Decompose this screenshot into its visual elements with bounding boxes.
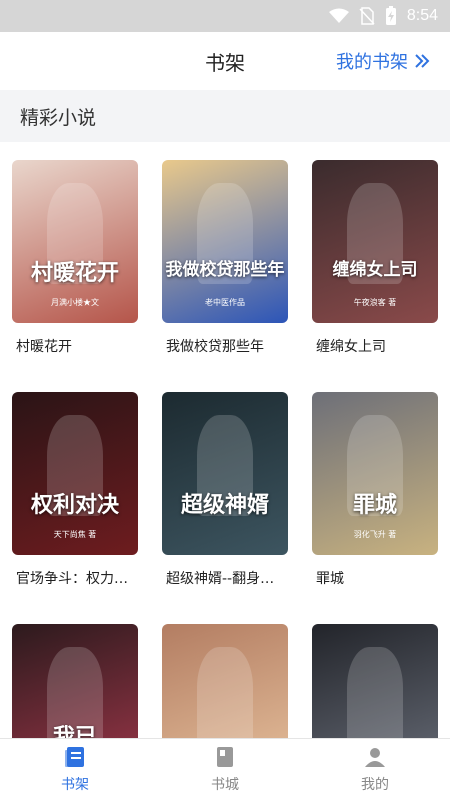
cover-title: 超级神婿	[180, 491, 269, 518]
tab-label: 书城	[211, 777, 239, 793]
book-item[interactable]	[162, 624, 288, 738]
bookshelf-icon	[65, 747, 84, 767]
book-cover: 我已	[12, 624, 138, 738]
section-header: 精彩小说	[0, 90, 450, 142]
book-item[interactable]: 我已	[12, 624, 138, 738]
book-cover: 我做校贷那些年老中医作品	[162, 160, 288, 323]
wifi-icon	[328, 8, 349, 23]
book-item[interactable]: 超级神婿 超级神婿--翻身…	[162, 392, 288, 588]
cover-title: 我做校贷那些年	[165, 259, 285, 280]
my-bookshelf-link[interactable]: 我的书架	[336, 32, 430, 90]
book-item[interactable]: 权利对决天下尚焦 著 官场争斗：权力…	[12, 392, 138, 588]
status-time: 8:54	[406, 7, 438, 24]
cover-author: 午夜浪客 著	[353, 297, 397, 307]
cover-figure	[197, 646, 253, 738]
book-cover	[162, 624, 288, 738]
cover-author: 月满小楼★文	[51, 297, 99, 307]
profile-icon	[365, 748, 385, 767]
book-title: 我做校贷那些年	[166, 339, 264, 355]
tab-profile[interactable]: 我的	[300, 739, 450, 800]
page-title: 书架	[205, 50, 245, 75]
cover-title: 缠绵女上司	[332, 259, 418, 280]
cover-title: 我已	[52, 723, 97, 738]
book-title: 官场争斗：权力…	[16, 571, 128, 587]
book-item[interactable]: 我做校贷那些年 老中医作品 我做校贷那些年	[162, 160, 288, 356]
double-chevron-right-icon	[415, 54, 430, 68]
book-item[interactable]: 缠绵女上司 午夜浪客 著 缠绵女上司	[312, 160, 438, 356]
tab-bookstore[interactable]: 书城	[150, 739, 300, 800]
book-item[interactable]: 罪城 羽化飞升 著 罪城	[312, 392, 438, 588]
book-item[interactable]	[312, 624, 438, 738]
book-cover	[312, 624, 438, 738]
cover-title: 村暖花开	[30, 259, 119, 286]
book-title: 缠绵女上司	[316, 339, 386, 355]
cover-author: 天下尚焦 著	[53, 529, 97, 539]
book-title: 村暖花开	[16, 339, 72, 355]
tab-bookshelf[interactable]: 书架	[0, 739, 150, 800]
header-bar: 书架 我的书架	[0, 32, 450, 90]
book-grid: 村暖花开 月满小楼★文 村暖花开 我做校贷那些年 老中医作品 我做校贷那些年 缠绵女…	[0, 142, 450, 738]
cover-title: 罪城	[352, 491, 397, 518]
book-cover: 村暖花开月满小楼★文	[12, 160, 138, 323]
book-item[interactable]: 村暖花开 月满小楼★文 村暖花开	[12, 160, 138, 356]
section-title: 精彩小说	[20, 106, 97, 129]
book-cover: 缠绵女上司午夜浪客 著	[312, 160, 438, 323]
tab-label: 我的	[361, 777, 389, 793]
my-bookshelf-label: 我的书架	[336, 52, 408, 73]
book-title: 罪城	[316, 571, 344, 587]
tab-label: 书架	[61, 777, 89, 793]
cover-author: 老中医作品	[205, 297, 245, 307]
status-bar: 8:54	[0, 0, 450, 32]
bottom-tab-bar: 书架 书城 我的	[0, 738, 450, 800]
book-cover: 超级神婿	[162, 392, 288, 555]
book-store-icon	[217, 747, 233, 767]
book-cover: 罪城 羽化飞升 著	[312, 392, 438, 555]
book-cover: 权利对决天下尚焦 著	[12, 392, 138, 555]
book-title: 超级神婿--翻身…	[166, 571, 275, 587]
cover-author: 羽化飞升 著	[353, 529, 397, 539]
battery-charging-icon	[385, 6, 396, 25]
cover-figure	[347, 646, 403, 738]
cover-title: 权利对决	[30, 491, 119, 518]
no-sim-icon	[359, 7, 375, 25]
